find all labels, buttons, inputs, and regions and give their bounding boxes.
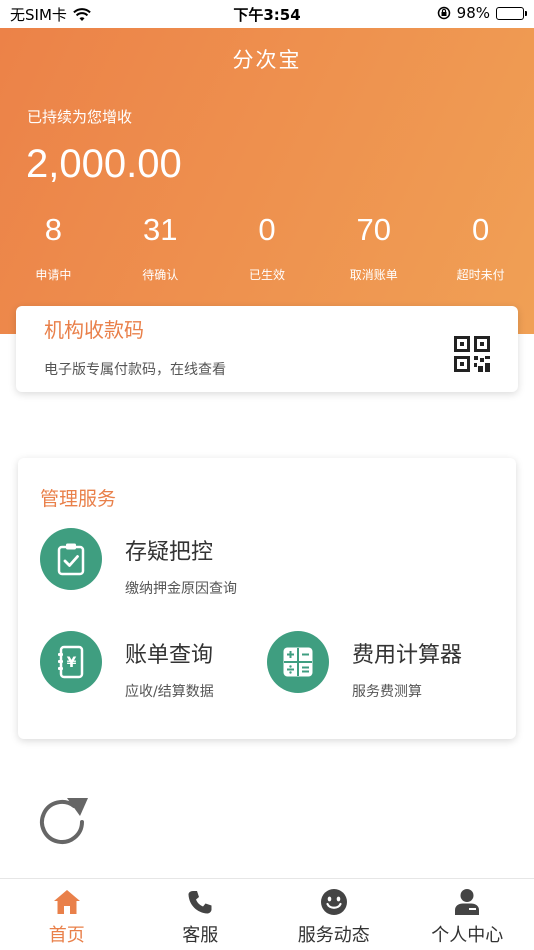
income-amount: 2,000.00 [26,142,182,186]
stat-label: 申请中 [35,268,72,282]
tab-label: 服务动态 [297,925,370,946]
service-doubt-control[interactable]: 存疑把控 缴纳押金原因查询 [40,528,237,598]
clipboard-check-icon [40,528,102,590]
service-fee-calculator[interactable]: 费用计算器 服务费测算 [267,631,462,701]
bottom-tab-bar: 首页 客服 服务动态 个人中心 [0,878,534,950]
tab-label: 客服 [182,925,219,946]
home-icon [53,890,80,914]
stat-overdue[interactable]: 0 超时未付 [427,212,534,283]
calculator-icon [267,631,329,693]
stat-value: 70 [356,212,392,247]
status-right: 98% [437,4,527,22]
page-title: 分次宝 [232,48,302,72]
stat-cancelled[interactable]: 70 取消账单 [320,212,427,283]
svg-text:¥: ¥ [67,655,77,671]
status-bar: 无SIM卡 下午3:54 98% [0,0,534,28]
tab-personal-center[interactable]: 个人中心 [401,879,534,950]
service-note: 缴纳押金原因查询 [125,581,237,597]
stats-row: 8 申请中 31 待确认 0 已生效 70 取消账单 0 超时未付 [0,212,534,283]
person-icon [455,889,480,915]
tab-label: 首页 [48,925,85,946]
refresh-icon[interactable] [36,794,92,850]
service-note: 应收/结算数据 [125,684,214,700]
stat-value: 0 [258,212,276,247]
stat-value: 31 [142,212,178,247]
services-title: 管理服务 [40,488,117,510]
stat-value: 8 [44,212,63,247]
services-card: 管理服务 存疑把控 缴纳押金原因查询 ¥ 账单查询 应收/结算数据 费用计算器 … [18,458,516,739]
service-bill-query[interactable]: ¥ 账单查询 应收/结算数据 [40,631,214,701]
service-note: 服务费测算 [352,684,422,700]
stat-value: 0 [471,212,490,247]
orientation-lock-icon [437,6,450,20]
bill-yuan-icon: ¥ [40,631,102,693]
stat-label: 已生效 [248,268,285,282]
service-name: 账单查询 [125,643,214,668]
tab-customer-service[interactable]: 客服 [134,879,268,950]
stat-effective[interactable]: 0 已生效 [214,212,321,283]
income-subtitle: 已持续为您增收 [27,108,133,126]
phone-icon [188,891,212,914]
stat-label: 超时未付 [456,268,505,282]
battery-percent: 98% [456,4,490,22]
smile-icon [320,889,347,915]
payment-code-title: 机构收款码 [44,318,144,342]
service-name: 费用计算器 [352,643,463,668]
payment-code-description: 电子版专属付款码，在线查看 [44,362,226,378]
tab-home[interactable]: 首页 [0,879,134,950]
stat-label: 待确认 [142,268,179,282]
battery-icon [496,6,527,20]
service-name: 存疑把控 [125,540,214,565]
payment-code-card[interactable]: 机构收款码 电子版专属付款码，在线查看 [16,306,518,392]
tab-label: 个人中心 [431,925,504,946]
tab-service-news[interactable]: 服务动态 [267,879,401,950]
stat-pending[interactable]: 31 待确认 [107,212,214,283]
stat-label: 取消账单 [349,268,398,282]
qr-code-icon [454,336,490,372]
stat-applying[interactable]: 8 申请中 [0,212,107,283]
summary-header: 分次宝 已持续为您增收 2,000.00 8 申请中 31 待确认 0 已生效 … [0,28,534,334]
